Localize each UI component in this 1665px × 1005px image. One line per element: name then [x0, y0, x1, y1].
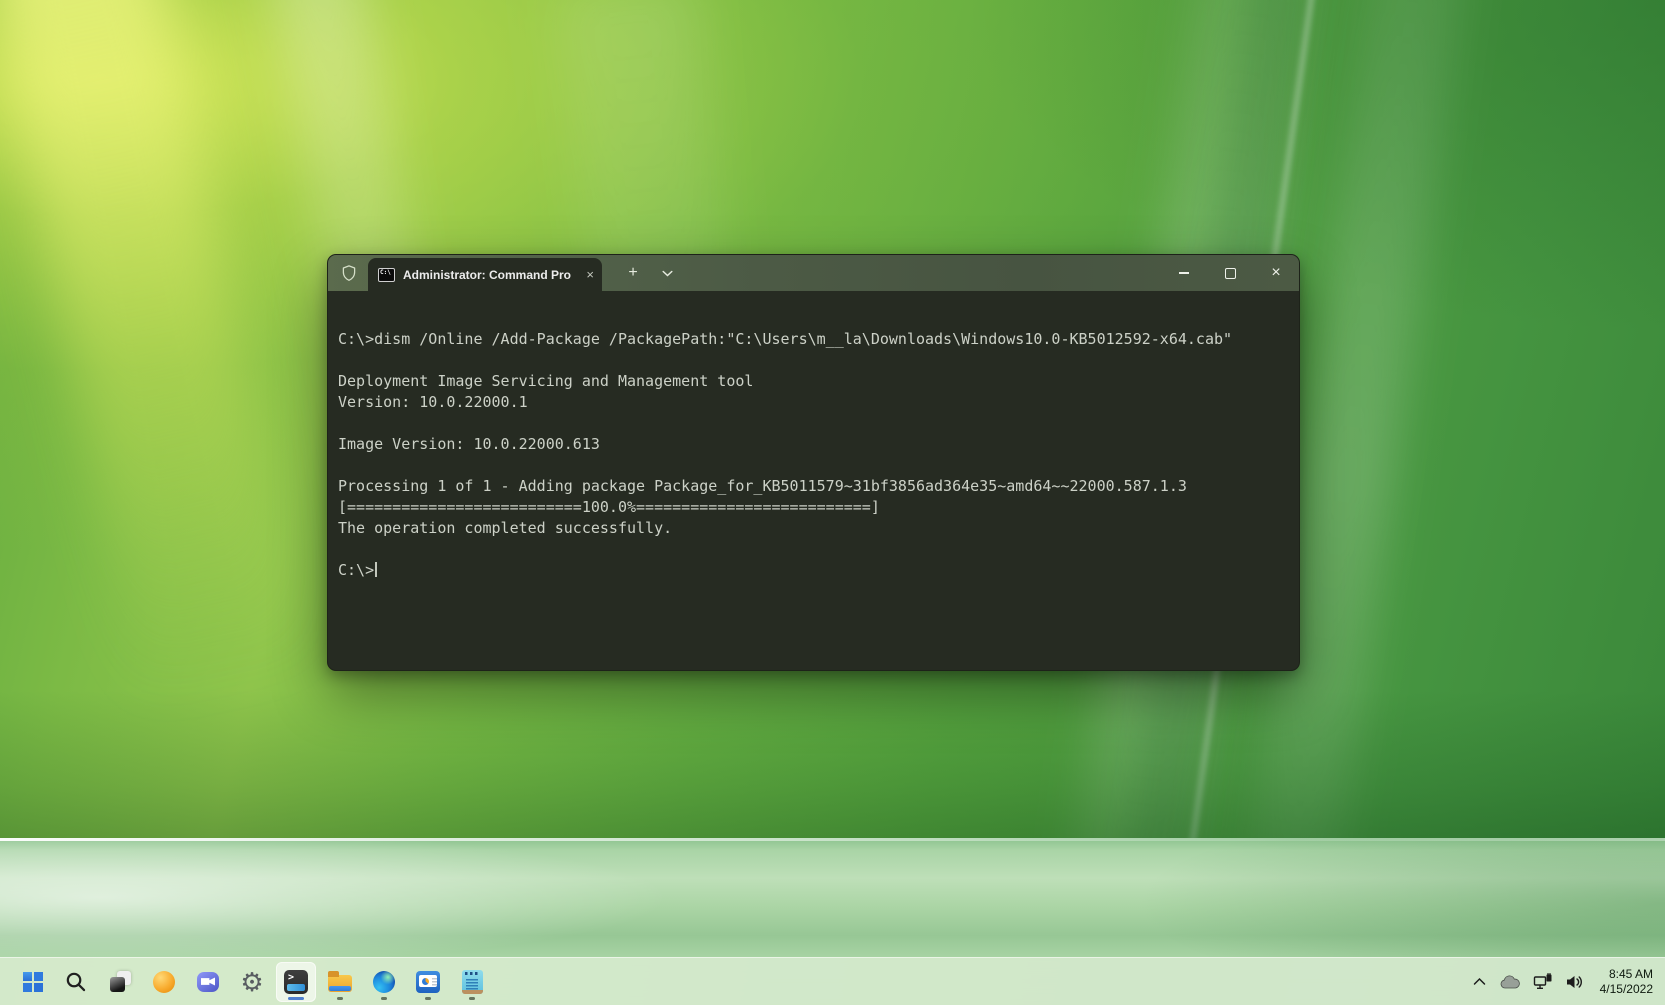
- window-controls: ×: [1161, 255, 1299, 291]
- terminal-line: [338, 539, 1299, 560]
- taskbar-item-terminal[interactable]: [276, 962, 316, 1002]
- active-app-indicator: [288, 997, 304, 1000]
- wallpaper-horizon-shade: [0, 690, 1665, 838]
- terminal-prompt: C:\>: [338, 561, 374, 579]
- tab-close-icon[interactable]: ×: [586, 268, 594, 281]
- terminal-line: Image Version: 10.0.22000.613: [338, 434, 1299, 455]
- terminal-output[interactable]: C:\>dism /Online /Add-Package /PackagePa…: [328, 291, 1299, 670]
- system-tray: 8:45 AM 4/15/2022: [1466, 962, 1657, 1002]
- tray-overflow-button[interactable]: [1466, 962, 1494, 1002]
- terminal-line: Deployment Image Servicing and Managemen…: [338, 371, 1299, 392]
- maximize-icon: [1225, 268, 1236, 279]
- chevron-down-icon: [662, 270, 673, 277]
- terminal-line: Processing 1 of 1 - Adding package Packa…: [338, 476, 1299, 497]
- taskbar-item-notepad[interactable]: [452, 962, 492, 1002]
- taskbar-app-icons: ⚙: [10, 962, 494, 1002]
- terminal-window: Administrator: Command Pro × + × C:\>dis…: [327, 254, 1300, 671]
- terminal-tab[interactable]: Administrator: Command Pro ×: [368, 258, 602, 291]
- terminal-line: [338, 350, 1299, 371]
- windows-terminal-icon: [284, 970, 308, 994]
- close-button[interactable]: ×: [1253, 255, 1299, 291]
- taskbar-item-task-view[interactable]: [100, 962, 140, 1002]
- taskbar-item-start[interactable]: [12, 962, 52, 1002]
- terminal-prompt-line: C:\>: [338, 560, 1299, 581]
- clock-time: 8:45 AM: [1600, 967, 1653, 982]
- wallpaper-floor-reflection: [0, 838, 1665, 957]
- terminal-line: [338, 413, 1299, 434]
- tray-volume-button[interactable]: [1560, 962, 1590, 1002]
- taskbar-item-file-explorer[interactable]: [320, 962, 360, 1002]
- cmd-icon: [378, 268, 395, 282]
- running-app-indicator: [469, 997, 475, 1000]
- terminal-line: C:\>dism /Online /Add-Package /PackagePa…: [338, 329, 1299, 350]
- tray-onedrive-button[interactable]: [1494, 962, 1526, 1002]
- task-view-icon: [110, 971, 131, 992]
- tray-network-button[interactable]: [1526, 962, 1560, 1002]
- taskbar-item-settings[interactable]: ⚙: [232, 962, 272, 1002]
- new-tab-button[interactable]: +: [620, 261, 646, 285]
- file-explorer-icon: [328, 975, 352, 992]
- desktop[interactable]: Administrator: Command Pro × + × C:\>dis…: [0, 0, 1665, 1005]
- taskbar-item-chat[interactable]: [188, 962, 228, 1002]
- taskbar-item-edge[interactable]: [364, 962, 404, 1002]
- taskbar-item-widgets[interactable]: [144, 962, 184, 1002]
- edge-icon: [373, 971, 395, 993]
- notepad-icon: [462, 970, 483, 994]
- system-info-icon: [416, 971, 440, 993]
- terminal-line: [338, 455, 1299, 476]
- volume-icon: [1565, 974, 1584, 990]
- onedrive-cloud-icon: [1500, 975, 1520, 989]
- minimize-icon: [1179, 272, 1189, 274]
- teams-chat-icon: [197, 972, 219, 992]
- wallpaper-light-streak: [0, 0, 309, 699]
- tray-clock[interactable]: 8:45 AM 4/15/2022: [1600, 967, 1653, 997]
- maximize-button[interactable]: [1207, 255, 1253, 291]
- running-app-indicator: [425, 997, 431, 1000]
- taskbar: ⚙: [0, 957, 1665, 1005]
- running-app-indicator: [337, 997, 343, 1000]
- running-app-indicator: [381, 997, 387, 1000]
- search-icon: [65, 971, 87, 993]
- terminal-line: Version: 10.0.22000.1: [338, 392, 1299, 413]
- text-cursor: [375, 562, 377, 577]
- terminal-line: The operation completed successfully.: [338, 518, 1299, 539]
- terminal-line: [==========================100.0%=======…: [338, 497, 1299, 518]
- terminal-titlebar[interactable]: Administrator: Command Pro × + ×: [328, 255, 1299, 291]
- network-icon: [1533, 973, 1553, 991]
- tab-dropdown-button[interactable]: [654, 261, 680, 285]
- settings-gear-icon: ⚙: [240, 969, 263, 995]
- taskbar-item-search[interactable]: [56, 962, 96, 1002]
- chevron-up-icon: [1473, 977, 1486, 986]
- admin-shield-icon: [340, 264, 358, 282]
- widgets-orb-icon: [153, 971, 175, 993]
- clock-date: 4/15/2022: [1600, 982, 1653, 997]
- tab-title: Administrator: Command Pro: [403, 268, 580, 282]
- taskbar-item-system-info[interactable]: [408, 962, 448, 1002]
- start-icon: [23, 972, 32, 981]
- minimize-button[interactable]: [1161, 255, 1207, 291]
